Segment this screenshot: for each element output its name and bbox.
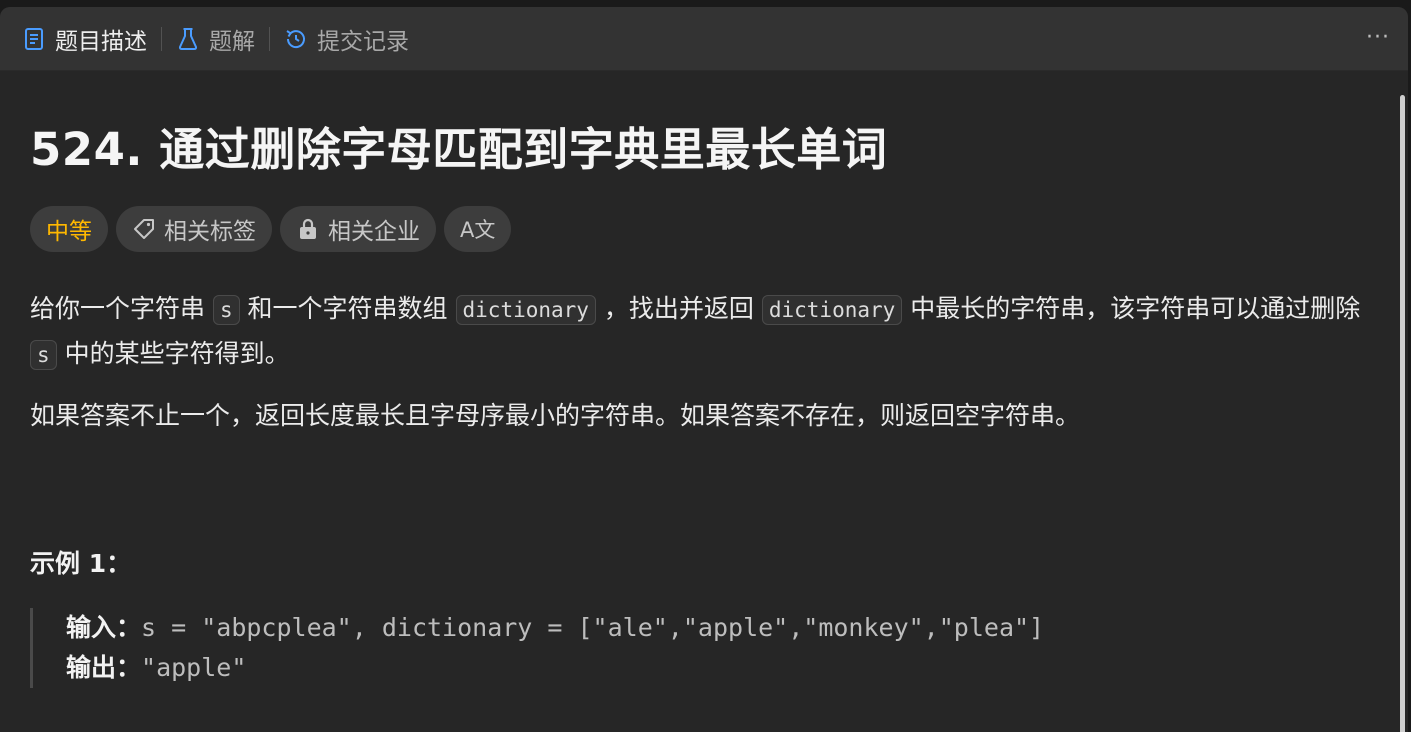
translate-icon: A文 <box>460 218 496 242</box>
example-input-label: 输入： <box>66 613 142 642</box>
tab-solutions-label: 题解 <box>209 28 255 55</box>
description-text: 给你一个字符串 <box>30 294 213 323</box>
problem-title: 524. 通过删除字母匹配到字典里最长单词 <box>30 123 888 176</box>
description-text: 和一个字符串数组 <box>239 294 456 323</box>
document-icon <box>22 27 46 51</box>
example-output-value: "apple" <box>141 653 247 682</box>
inline-code: s <box>30 340 57 370</box>
flask-icon <box>176 27 200 51</box>
inline-code: s <box>212 295 240 325</box>
example-input-value: s = "abpcplea", dictionary = ["ale","app… <box>141 613 1045 642</box>
example-output-label: 输出： <box>66 653 142 682</box>
tab-description[interactable]: 题目描述 <box>0 7 161 70</box>
translate-button[interactable]: A文 <box>444 206 512 252</box>
tab-solutions[interactable]: 题解 <box>176 7 269 70</box>
inline-code: dictionary <box>455 295 596 325</box>
related-tags-button[interactable]: 相关标签 <box>116 206 272 252</box>
tag-icon <box>132 217 156 241</box>
tab-divider <box>161 26 162 51</box>
example-input: 输入：s = "abpcplea", dictionary = ["ale","… <box>66 608 1378 648</box>
tab-bar: 题目描述 题解 提交记录 ··· <box>0 7 1408 71</box>
description-text: ，找出并返回 <box>595 294 762 323</box>
example-block: 输入：s = "abpcplea", dictionary = ["ale","… <box>30 608 1378 688</box>
scrollbar[interactable] <box>1400 95 1405 732</box>
tab-divider <box>269 26 270 51</box>
lock-icon <box>296 217 320 241</box>
description-paragraph-1: 给你一个字符串 s 和一个字符串数组 dictionary ，找出并返回 dic… <box>30 287 1378 377</box>
problem-panel: 题目描述 题解 提交记录 ··· 524. 通过删除字母匹配到字典里最长单词 中… <box>0 7 1408 732</box>
tab-submissions-label: 提交记录 <box>317 28 409 55</box>
related-tags-label: 相关标签 <box>164 219 256 245</box>
related-companies-button[interactable]: 相关企业 <box>280 206 436 252</box>
tab-description-label: 题目描述 <box>55 28 147 55</box>
description-paragraph-2: 如果答案不止一个，返回长度最长且字母序最小的字符串。如果答案不存在，则返回空字符… <box>30 401 1081 430</box>
tag-row: 中等 相关标签 相关企业 A文 <box>30 206 1378 252</box>
related-companies-label: 相关企业 <box>328 219 420 245</box>
inline-code: dictionary <box>761 295 903 325</box>
problem-content: 524. 通过删除字母匹配到字典里最长单词 中等 相关标签 相关企业 A文 给你… <box>0 115 1408 688</box>
difficulty-badge[interactable]: 中等 <box>30 206 108 252</box>
example-output: 输出："apple" <box>66 648 1378 688</box>
tab-submissions[interactable]: 提交记录 <box>284 7 423 70</box>
example-title: 示例 1： <box>30 549 132 578</box>
description-text: 中的某些字符得到。 <box>56 339 290 368</box>
history-icon <box>284 27 308 51</box>
description-text: 中最长的字符串，该字符串可以通过删除 <box>902 294 1361 323</box>
more-options-button[interactable]: ··· <box>1366 25 1390 50</box>
